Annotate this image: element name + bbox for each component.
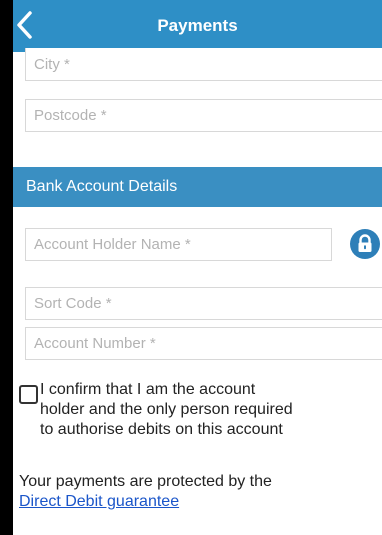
sort-code-input[interactable] (26, 288, 382, 319)
guarantee-notice: Your payments are protected by the Direc… (19, 472, 272, 512)
confirm-checkbox[interactable] (19, 385, 38, 404)
sort-code-field[interactable] (25, 287, 382, 320)
guarantee-text: Your payments are protected by the (19, 473, 272, 490)
confirm-line-1: I confirm that I am the account (40, 381, 256, 398)
header-bar: Payments (13, 0, 382, 52)
account-number-field[interactable] (25, 327, 382, 360)
account-holder-input[interactable] (26, 229, 331, 260)
page-title: Payments (157, 16, 238, 35)
confirm-line-3: to authorise debits on this account (40, 421, 283, 438)
postcode-input[interactable] (26, 100, 382, 131)
lock-button[interactable] (350, 229, 380, 259)
city-field[interactable] (25, 48, 382, 81)
confirm-text[interactable]: I confirm that I am the account holder a… (40, 380, 382, 440)
bank-details-section-header: Bank Account Details (13, 167, 382, 207)
city-input[interactable] (26, 48, 382, 80)
account-number-input[interactable] (26, 328, 382, 359)
direct-debit-guarantee-link[interactable]: Direct Debit guarantee (19, 493, 179, 510)
confirm-line-2: holder and the only person required (40, 401, 293, 418)
payments-screen: Payments Bank Account Details I confirm … (13, 0, 382, 535)
account-holder-field[interactable] (25, 228, 332, 261)
lock-icon (358, 234, 372, 252)
postcode-field[interactable] (25, 99, 382, 132)
